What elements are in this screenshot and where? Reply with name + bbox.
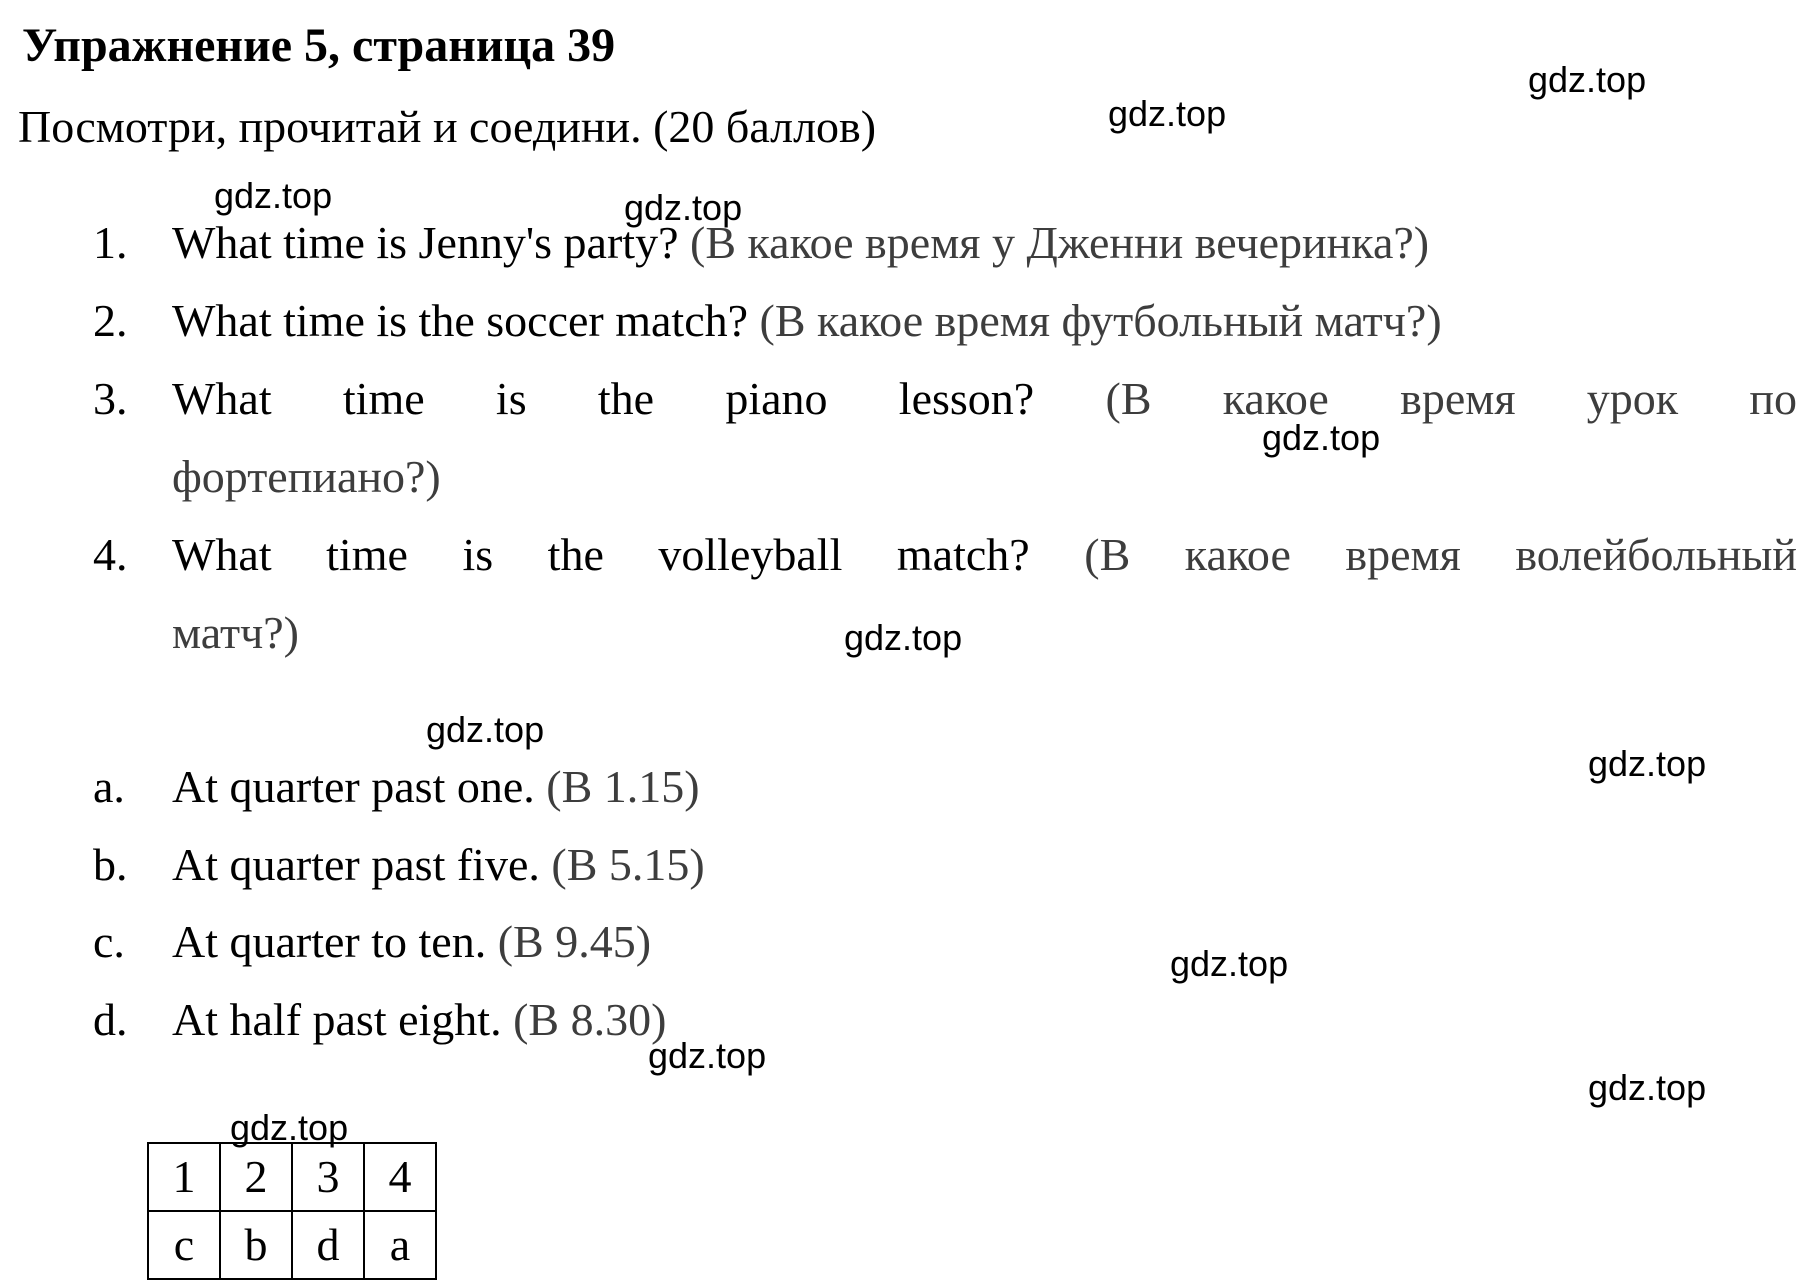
exercise-title: Упражнение 5, страница 39 [22, 19, 616, 72]
answer-table-header-row: 1 2 3 4 [147, 1142, 437, 1212]
option-text-line: At half past eight. (В 8.30) [172, 991, 1797, 1049]
answer-table-answer-row: c b d a [147, 1210, 437, 1280]
option-translation: (В 8.30) [513, 994, 667, 1045]
question-text: What time is the soccer match? [172, 295, 749, 346]
option-letter: a. [93, 761, 125, 812]
question-text: What time is the volleyball match? [172, 529, 1030, 580]
question-translation: (В какое время футбольный матч?) [759, 295, 1442, 346]
question-text-line: What time is the soccer match? (В какое … [172, 292, 1797, 350]
answer-table-cell: 2 [219, 1142, 293, 1212]
option-translation: (В 1.15) [546, 761, 700, 812]
question-number: 3. [93, 373, 128, 424]
answer-table-cell: c [147, 1210, 221, 1280]
question-text: What time is Jenny's party? [172, 217, 679, 268]
option-translation: (В 9.45) [497, 916, 652, 967]
watermark: gdz.top [230, 1107, 349, 1148]
option-text-line: At quarter to ten. (В 9.45) [172, 913, 1797, 971]
option-text-line: At quarter past one. (В 1.15) [172, 758, 1797, 816]
watermark: gdz.top [1588, 743, 1707, 784]
answer-table-cell: b [219, 1210, 293, 1280]
question-text: What time is the piano lesson? [172, 373, 1035, 424]
option-letter: c. [93, 916, 125, 967]
question-number: 1. [93, 217, 128, 268]
question-number: 2. [93, 295, 128, 346]
answer-table-cell: 3 [291, 1142, 365, 1212]
option-text: At half past eight. [172, 994, 502, 1045]
watermark: gdz.top [1108, 93, 1227, 134]
option-letter: d. [93, 994, 128, 1045]
question-translation-continued: фортепиано?) [172, 451, 441, 502]
watermark: gdz.top [1528, 59, 1647, 100]
question-translation: (В какое время урок по [1105, 373, 1798, 424]
option-translation: (В 5.15) [551, 839, 705, 890]
question-translation: (В какое время волейбольный [1084, 529, 1798, 580]
question-translation-continued: матч?) [172, 607, 299, 658]
answer-table-cell: a [363, 1210, 437, 1280]
option-letter: b. [93, 839, 128, 890]
question-text-line: What time is Jenny's party? (В какое вре… [172, 214, 1797, 272]
answer-table-cell: 1 [147, 1142, 221, 1212]
question-number: 4. [93, 529, 128, 580]
option-text: At quarter past one. [172, 761, 535, 812]
watermark: gdz.top [214, 175, 333, 216]
option-text: At quarter past five. [172, 839, 540, 890]
watermark: gdz.top [1262, 417, 1381, 458]
question-text-line: What time is the volleyball match? (В ка… [172, 526, 1797, 584]
watermark: gdz.top [624, 187, 743, 228]
answer-table: 1 2 3 4 c b d a [147, 1142, 437, 1280]
watermark: gdz.top [844, 617, 963, 658]
option-text-line: At quarter past five. (В 5.15) [172, 836, 1797, 894]
question-text-line: What time is the piano lesson? (В какое … [172, 370, 1797, 428]
exercise-instruction: Посмотри, прочитай и соедини. (20 баллов… [18, 101, 877, 152]
watermark: gdz.top [426, 709, 545, 750]
watermark: gdz.top [1588, 1067, 1707, 1108]
watermark: gdz.top [648, 1035, 767, 1076]
watermark: gdz.top [1170, 943, 1289, 984]
option-text: At quarter to ten. [172, 916, 487, 967]
question-translation: (В какое время у Дженни вечеринка?) [690, 217, 1430, 268]
answer-table-cell: 4 [363, 1142, 437, 1212]
answer-table-cell: d [291, 1210, 365, 1280]
